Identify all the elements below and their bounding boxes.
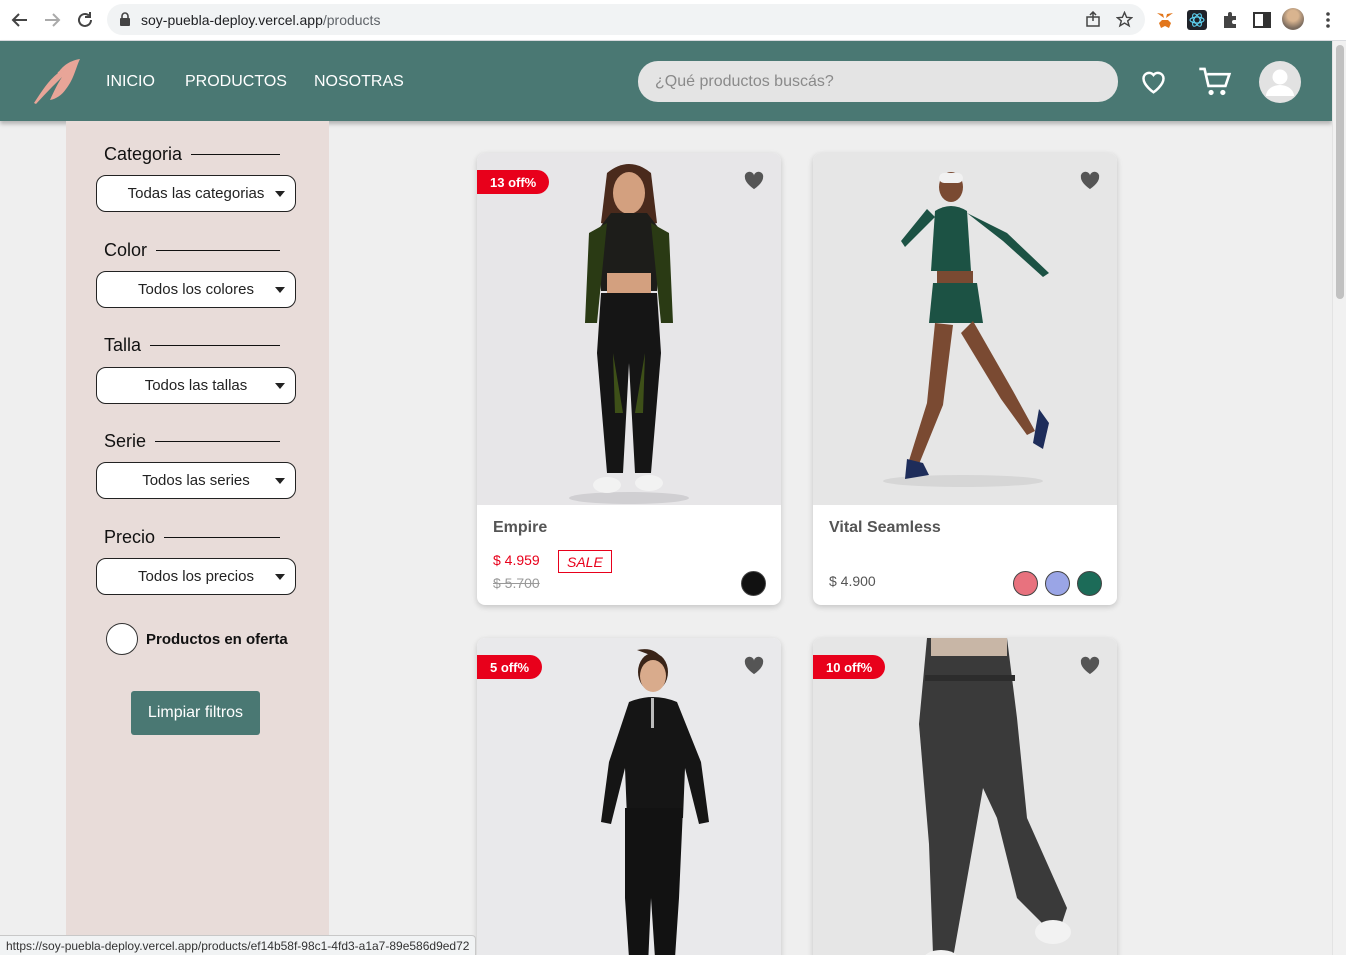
favorite-heart-icon[interactable] bbox=[743, 170, 765, 190]
metamask-icon[interactable] bbox=[1155, 10, 1175, 30]
url-text: soy-puebla-deploy.vercel.app/products bbox=[141, 12, 381, 28]
product-image bbox=[813, 153, 1117, 505]
logo-icon[interactable] bbox=[28, 55, 84, 105]
react-devtools-icon[interactable] bbox=[1187, 10, 1207, 30]
product-card[interactable]: 5 off% bbox=[477, 638, 781, 955]
chevron-down-icon bbox=[275, 191, 285, 197]
product-card[interactable]: 10 off% bbox=[813, 638, 1117, 955]
site-header: INICIO PRODUCTOS NOSOTRAS bbox=[0, 41, 1332, 121]
series-select[interactable]: Todos las series bbox=[96, 462, 296, 499]
size-select[interactable]: Todos las tallas bbox=[96, 367, 296, 404]
product-name: Vital Seamless bbox=[829, 519, 941, 536]
category-select[interactable]: Todas las categorias bbox=[96, 175, 296, 212]
chevron-down-icon bbox=[275, 478, 285, 484]
nav-productos[interactable]: PRODUCTOS bbox=[185, 73, 287, 91]
lock-icon bbox=[120, 12, 130, 26]
product-price: $ 4.959 bbox=[493, 552, 540, 568]
favorite-heart-icon[interactable] bbox=[1079, 655, 1101, 675]
clear-filters-button[interactable]: Limpiar filtros bbox=[131, 691, 260, 735]
product-image bbox=[477, 153, 781, 505]
filter-title-serie: Serie bbox=[104, 431, 280, 452]
profile-icon[interactable] bbox=[1282, 8, 1304, 30]
share-icon[interactable] bbox=[1085, 11, 1101, 27]
nav-nosotras[interactable]: NOSOTRAS bbox=[314, 73, 404, 91]
color-select[interactable]: Todos los colores bbox=[96, 271, 296, 308]
product-old-price: $ 5.700 bbox=[493, 575, 540, 591]
chevron-down-icon bbox=[275, 383, 285, 389]
forward-icon[interactable] bbox=[41, 9, 63, 31]
color-swatch[interactable] bbox=[1013, 571, 1038, 596]
discount-badge: 13 off% bbox=[477, 170, 550, 194]
discount-badge: 10 off% bbox=[813, 655, 886, 679]
filter-title-categoria: Categoria bbox=[104, 144, 280, 165]
product-price: $ 4.900 bbox=[829, 573, 876, 589]
chevron-down-icon bbox=[275, 574, 285, 580]
search-input[interactable] bbox=[638, 61, 1118, 102]
user-icon[interactable] bbox=[1259, 61, 1301, 103]
filter-title-color: Color bbox=[104, 240, 280, 261]
product-card[interactable]: 13 off% Empire $ 4.959 SALE $ 5.700 bbox=[477, 153, 781, 605]
favorite-heart-icon[interactable] bbox=[1079, 170, 1101, 190]
color-swatch[interactable] bbox=[1045, 571, 1070, 596]
offer-filter: Productos en oferta bbox=[106, 623, 288, 655]
filter-title-talla: Talla bbox=[104, 335, 280, 356]
product-card[interactable]: Vital Seamless $ 4.900 bbox=[813, 153, 1117, 605]
sale-tag: SALE bbox=[558, 550, 612, 573]
product-image bbox=[813, 638, 1117, 955]
menu-icon[interactable] bbox=[1318, 10, 1338, 30]
nav-inicio[interactable]: INICIO bbox=[106, 73, 155, 91]
heart-icon[interactable] bbox=[1138, 66, 1169, 96]
cart-icon[interactable] bbox=[1198, 66, 1232, 98]
price-select[interactable]: Todos los precios bbox=[96, 558, 296, 595]
extensions-icon[interactable] bbox=[1220, 10, 1240, 30]
product-name: Empire bbox=[493, 519, 548, 536]
back-icon[interactable] bbox=[9, 9, 31, 31]
filter-title-precio: Precio bbox=[104, 527, 280, 548]
color-swatch[interactable] bbox=[1077, 571, 1102, 596]
discount-badge: 5 off% bbox=[477, 655, 542, 679]
reload-icon[interactable] bbox=[74, 9, 96, 31]
address-bar[interactable]: soy-puebla-deploy.vercel.app/products bbox=[107, 4, 1145, 35]
browser-toolbar: soy-puebla-deploy.vercel.app/products bbox=[0, 0, 1346, 41]
offer-checkbox[interactable] bbox=[106, 623, 138, 655]
filter-sidebar: Categoria Todas las categorias Color Tod… bbox=[66, 121, 329, 955]
chevron-down-icon bbox=[275, 287, 285, 293]
offer-label: Productos en oferta bbox=[146, 630, 288, 648]
product-image bbox=[477, 638, 781, 955]
scrollbar-thumb[interactable] bbox=[1336, 45, 1344, 299]
page-scrollbar[interactable] bbox=[1332, 41, 1346, 955]
color-swatch[interactable] bbox=[741, 571, 766, 596]
status-bar-url: https://soy-puebla-deploy.vercel.app/pro… bbox=[0, 935, 477, 955]
sidepanel-icon[interactable] bbox=[1252, 10, 1272, 30]
favorite-heart-icon[interactable] bbox=[743, 655, 765, 675]
star-icon[interactable] bbox=[1116, 11, 1133, 28]
